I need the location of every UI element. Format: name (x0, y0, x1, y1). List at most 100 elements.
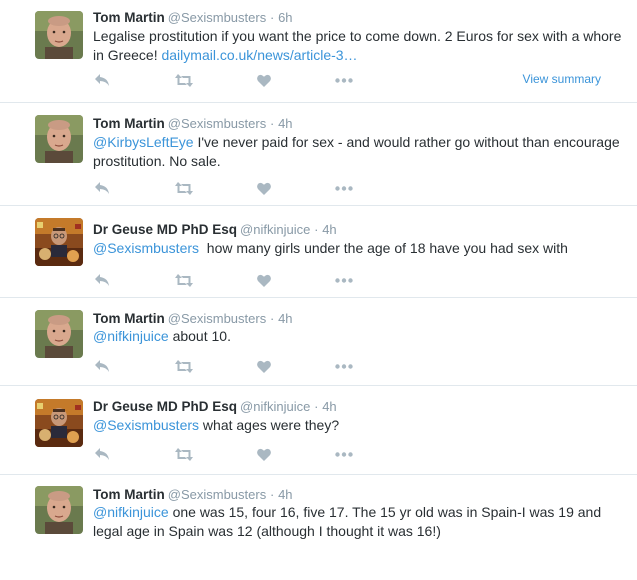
reply-button[interactable] (93, 446, 111, 462)
tweet-actions (93, 446, 613, 462)
tweet[interactable]: Dr Geuse MD PhD Esq @nifkinjuice · 4h @Se… (0, 206, 637, 298)
timeline: Tom Martin @Sexismbusters · 6h Legalise p… (0, 0, 637, 580)
tweet-link[interactable]: dailymail.co.uk/news/article-3… (161, 47, 357, 63)
more-icon (335, 185, 353, 191)
retweet-button[interactable] (173, 72, 195, 88)
reply-icon (95, 274, 109, 286)
tom-avatar-image (35, 115, 83, 163)
author-name[interactable]: Tom Martin (93, 487, 165, 502)
author-handle[interactable]: @Sexismbusters (168, 311, 266, 326)
tweet-header: Tom Martin @Sexismbusters · 4h (93, 115, 293, 132)
tweet[interactable]: Tom Martin @Sexismbusters · 4h @nifkinjui… (0, 298, 637, 386)
more-icon (335, 363, 353, 369)
retweet-button[interactable] (173, 180, 195, 196)
separator-dot: · (314, 222, 319, 237)
retweet-icon (175, 359, 193, 373)
timestamp[interactable]: 6h (278, 10, 292, 25)
reply-button[interactable] (93, 272, 111, 288)
more-icon (335, 77, 353, 83)
timestamp[interactable]: 4h (322, 222, 336, 237)
timestamp[interactable]: 4h (278, 116, 292, 131)
heart-icon (257, 74, 271, 87)
tweet-text: @nifkinjuice one was 15, four 16, five 1… (93, 503, 623, 541)
separator-dot: · (269, 10, 275, 25)
tom-avatar-image (35, 11, 83, 59)
author-name[interactable]: Dr Geuse MD PhD Esq (93, 222, 237, 237)
avatar[interactable] (35, 115, 83, 163)
timestamp[interactable]: 4h (322, 399, 336, 414)
tweet-header: Dr Geuse MD PhD Esq @nifkinjuice · 4h (93, 398, 337, 415)
tweet[interactable]: Tom Martin @Sexismbusters · 4h @nifkinjui… (0, 475, 637, 580)
timestamp[interactable]: 4h (278, 311, 292, 326)
tweet[interactable]: Tom Martin @Sexismbusters · 6h Legalise p… (0, 0, 637, 103)
retweet-icon (175, 73, 193, 87)
tweet-header: Tom Martin @Sexismbusters · 6h (93, 9, 293, 26)
tweet-body: one was 15, four 16, five 17. The 15 yr … (93, 504, 602, 539)
avatar[interactable] (35, 310, 83, 358)
reply-icon (95, 74, 109, 86)
tom-avatar-image (35, 310, 83, 358)
reply-button[interactable] (93, 72, 111, 88)
mention-link[interactable]: @nifkinjuice (93, 504, 169, 520)
separator-dot: · (314, 399, 319, 414)
more-button[interactable] (335, 72, 353, 88)
retweet-icon (175, 273, 193, 287)
avatar[interactable] (35, 218, 83, 266)
avatar[interactable] (35, 486, 83, 534)
author-name[interactable]: Tom Martin (93, 116, 165, 131)
reply-icon (95, 360, 109, 372)
heart-icon (257, 274, 271, 287)
like-button[interactable] (256, 72, 272, 88)
tweet-text: @nifkinjuice about 10. (93, 327, 623, 346)
author-handle[interactable]: @nifkinjuice (240, 399, 310, 414)
separator-dot: · (269, 116, 275, 131)
heart-icon (257, 360, 271, 373)
mention-link[interactable]: @Sexismbusters (93, 417, 199, 433)
retweet-button[interactable] (173, 272, 195, 288)
geuse-avatar-image (35, 218, 83, 266)
heart-icon (257, 182, 271, 195)
author-name[interactable]: Tom Martin (93, 311, 165, 326)
tweet[interactable]: Tom Martin @Sexismbusters · 4h @KirbysLef… (0, 103, 637, 206)
avatar[interactable] (35, 399, 83, 447)
retweet-button[interactable] (173, 446, 195, 462)
retweet-icon (175, 181, 193, 195)
timestamp[interactable]: 4h (278, 487, 292, 502)
reply-icon (95, 182, 109, 194)
more-button[interactable] (335, 446, 353, 462)
more-button[interactable] (335, 272, 353, 288)
tweet[interactable]: Dr Geuse MD PhD Esq @nifkinjuice · 4h @Se… (0, 386, 637, 475)
author-name[interactable]: Dr Geuse MD PhD Esq (93, 399, 237, 414)
author-handle[interactable]: @Sexismbusters (168, 116, 266, 131)
separator-dot: · (269, 487, 275, 502)
author-handle[interactable]: @nifkinjuice (240, 222, 310, 237)
view-summary-link[interactable]: View summary (523, 72, 601, 86)
avatar[interactable] (35, 11, 83, 59)
author-handle[interactable]: @Sexismbusters (168, 487, 266, 502)
like-button[interactable] (256, 272, 272, 288)
mention-link[interactable]: @nifkinjuice (93, 328, 169, 344)
geuse-avatar-image (35, 399, 83, 447)
like-button[interactable] (256, 180, 272, 196)
author-name[interactable]: Tom Martin (93, 10, 165, 25)
author-handle[interactable]: @Sexismbusters (168, 10, 266, 25)
mention-link[interactable]: @KirbysLeftEye (93, 134, 194, 150)
tweet-body: about 10. (168, 328, 231, 344)
like-button[interactable] (256, 358, 272, 374)
reply-button[interactable] (93, 180, 111, 196)
tweet-actions (93, 180, 613, 196)
tweet-text: @Sexismbusters what ages were they? (93, 416, 623, 435)
tweet-actions (93, 358, 613, 374)
like-button[interactable] (256, 446, 272, 462)
retweet-button[interactable] (173, 358, 195, 374)
tom-avatar-image (35, 486, 83, 534)
more-button[interactable] (335, 180, 353, 196)
heart-icon (257, 448, 271, 461)
reply-button[interactable] (93, 358, 111, 374)
separator-dot: · (269, 311, 275, 326)
mention-link[interactable]: @Sexismbusters (93, 240, 199, 256)
more-icon (335, 277, 353, 283)
tweet-header: Tom Martin @Sexismbusters · 4h (93, 486, 293, 503)
more-button[interactable] (335, 358, 353, 374)
more-icon (335, 451, 353, 457)
